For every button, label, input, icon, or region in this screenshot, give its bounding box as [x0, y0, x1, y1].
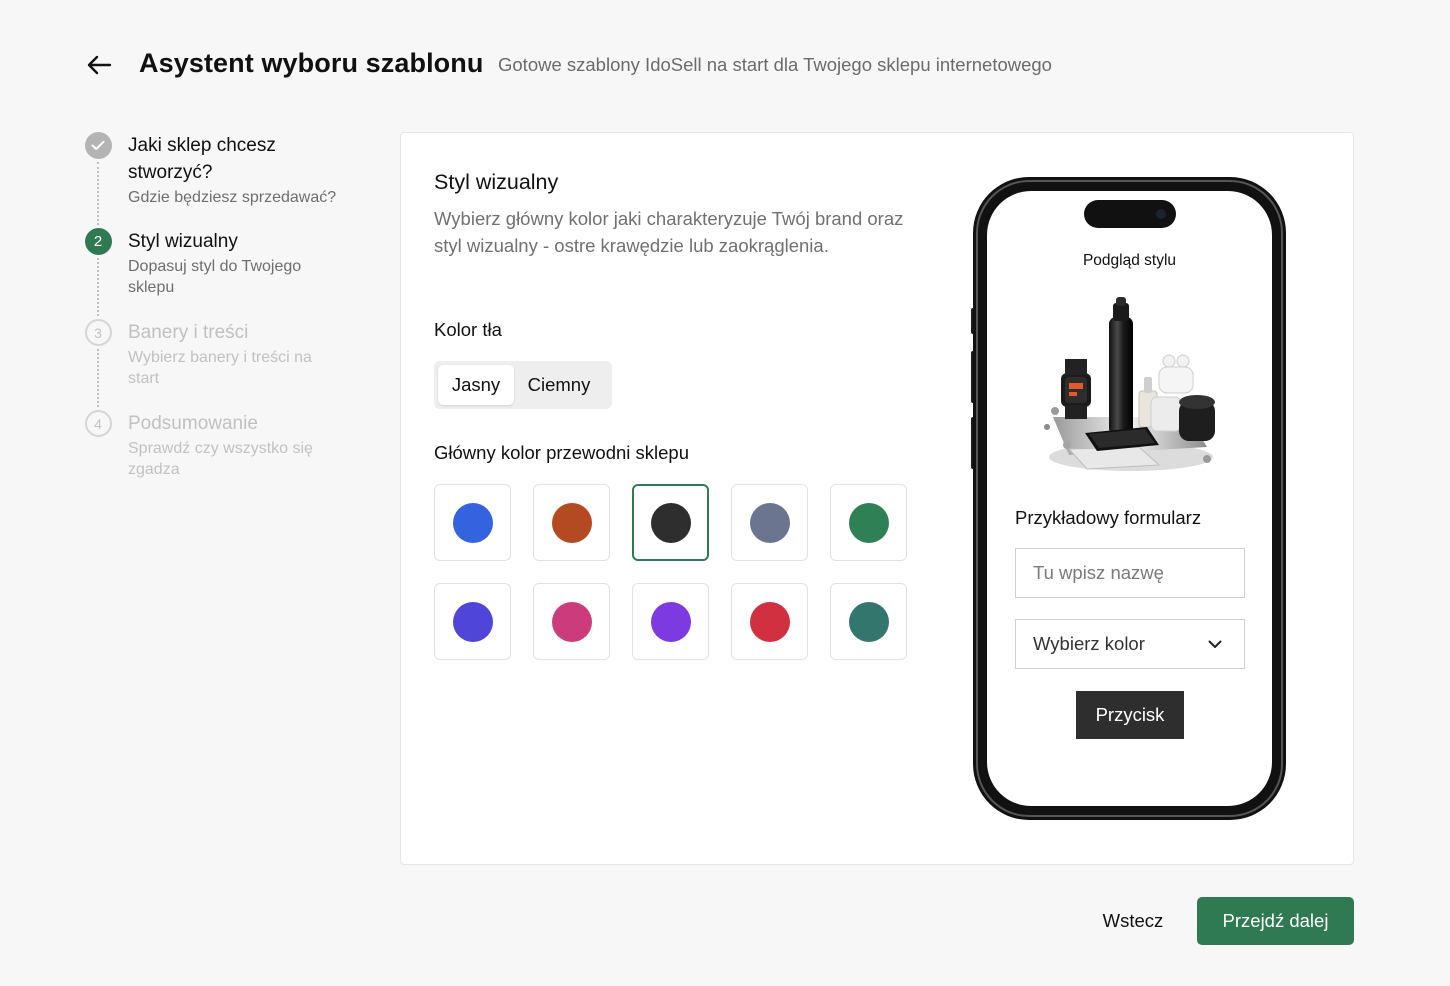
step-connector [97, 258, 99, 316]
color-dot [848, 502, 889, 543]
color-swatch[interactable] [731, 583, 808, 660]
phone-screen: Podgląd stylu Przykładowy formularz Tu w… [987, 191, 1272, 806]
background-color-label: Kolor tła [434, 319, 502, 340]
step-3-number: 3 [84, 319, 112, 346]
section-title: Styl wizualny [434, 170, 559, 194]
step-description: Gdzie będziesz sprzedawać? [128, 189, 337, 206]
step-connector [97, 162, 99, 225]
step-description: Dopasuj styl do Twojego sklepu [128, 258, 302, 296]
step-2-number: 2 [84, 228, 112, 255]
arrow-left-icon [87, 55, 112, 75]
back-nav-button[interactable]: Wstecz [1086, 897, 1180, 945]
color-dot [749, 601, 790, 642]
dynamic-island [1084, 200, 1176, 228]
main-color-label: Główny kolor przewodni sklepu [434, 442, 690, 463]
chevron-down-icon [1208, 640, 1222, 648]
step-1-status [84, 132, 112, 159]
step-3[interactable]: 3 Banery i treści Wybierz banery i treśc… [84, 319, 374, 410]
color-dot [452, 601, 493, 642]
step-title: Podsumowanie [128, 413, 258, 434]
page-subtitle: Gotowe szablony IdoSell na start dla Two… [498, 54, 1052, 75]
color-dot [452, 502, 493, 543]
check-icon [91, 140, 105, 150]
step-2[interactable]: 2 Styl wizualny Dopasuj styl do Twojego … [84, 228, 374, 319]
color-dot [650, 601, 691, 642]
step-title: Styl wizualny [128, 231, 238, 252]
step-connector [97, 349, 99, 407]
color-swatch[interactable] [731, 484, 808, 561]
wizard-stepper: Jaki sklep chcesz stworzyć? Gdzie będzie… [84, 132, 374, 480]
color-swatch[interactable] [533, 484, 610, 561]
color-dot [551, 502, 592, 543]
step-description: Sprawdź czy wszystko się zgadza [128, 440, 313, 478]
phone-preview: Podgląd stylu Przykładowy formularz Tu w… [971, 177, 1286, 820]
color-swatch[interactable] [830, 484, 907, 561]
color-swatch[interactable] [632, 583, 709, 660]
style-card: Styl wizualny Wybierz główny kolor jaki … [400, 132, 1354, 865]
color-swatch[interactable] [830, 583, 907, 660]
back-button[interactable] [84, 50, 114, 80]
step-title: Jaki sklep chcesz stworzyć? [128, 135, 276, 183]
background-toggle: Jasny Ciemny [434, 361, 612, 409]
color-dot [749, 502, 790, 543]
color-swatch-grid [434, 484, 907, 660]
step-4-number: 4 [84, 410, 112, 437]
color-swatch[interactable] [434, 484, 511, 561]
step-description: Wybierz banery i treści na start [128, 349, 312, 387]
background-light-option[interactable]: Jasny [438, 365, 514, 405]
color-swatch[interactable] [434, 583, 511, 660]
preview-label: Podgląd stylu [1082, 252, 1177, 269]
color-dot [650, 502, 691, 543]
name-input[interactable] [1015, 548, 1245, 598]
color-dot [848, 601, 889, 642]
background-dark-option[interactable]: Ciemny [514, 365, 604, 405]
color-swatch[interactable] [632, 484, 709, 561]
next-button[interactable]: Przejdź dalej [1197, 897, 1354, 945]
step-1[interactable]: Jaki sklep chcesz stworzyć? Gdzie będzie… [84, 132, 374, 228]
section-description: Wybierz główny kolor jaki charakteryzuje… [434, 208, 904, 256]
step-title: Banery i treści [128, 322, 249, 343]
sample-button[interactable]: Przycisk [1076, 691, 1184, 739]
color-swatch[interactable] [533, 583, 610, 660]
product-image [1044, 297, 1215, 471]
step-4[interactable]: 4 Podsumowanie Sprawdź czy wszystko się … [84, 410, 374, 480]
color-dot [551, 601, 592, 642]
color-select[interactable]: Wybierz kolor [1015, 619, 1245, 669]
color-select-label: Wybierz kolor [1033, 633, 1145, 654]
page-title: Asystent wyboru szablonu [139, 48, 484, 78]
sample-form-title: Przykładowy formularz [1015, 507, 1202, 528]
